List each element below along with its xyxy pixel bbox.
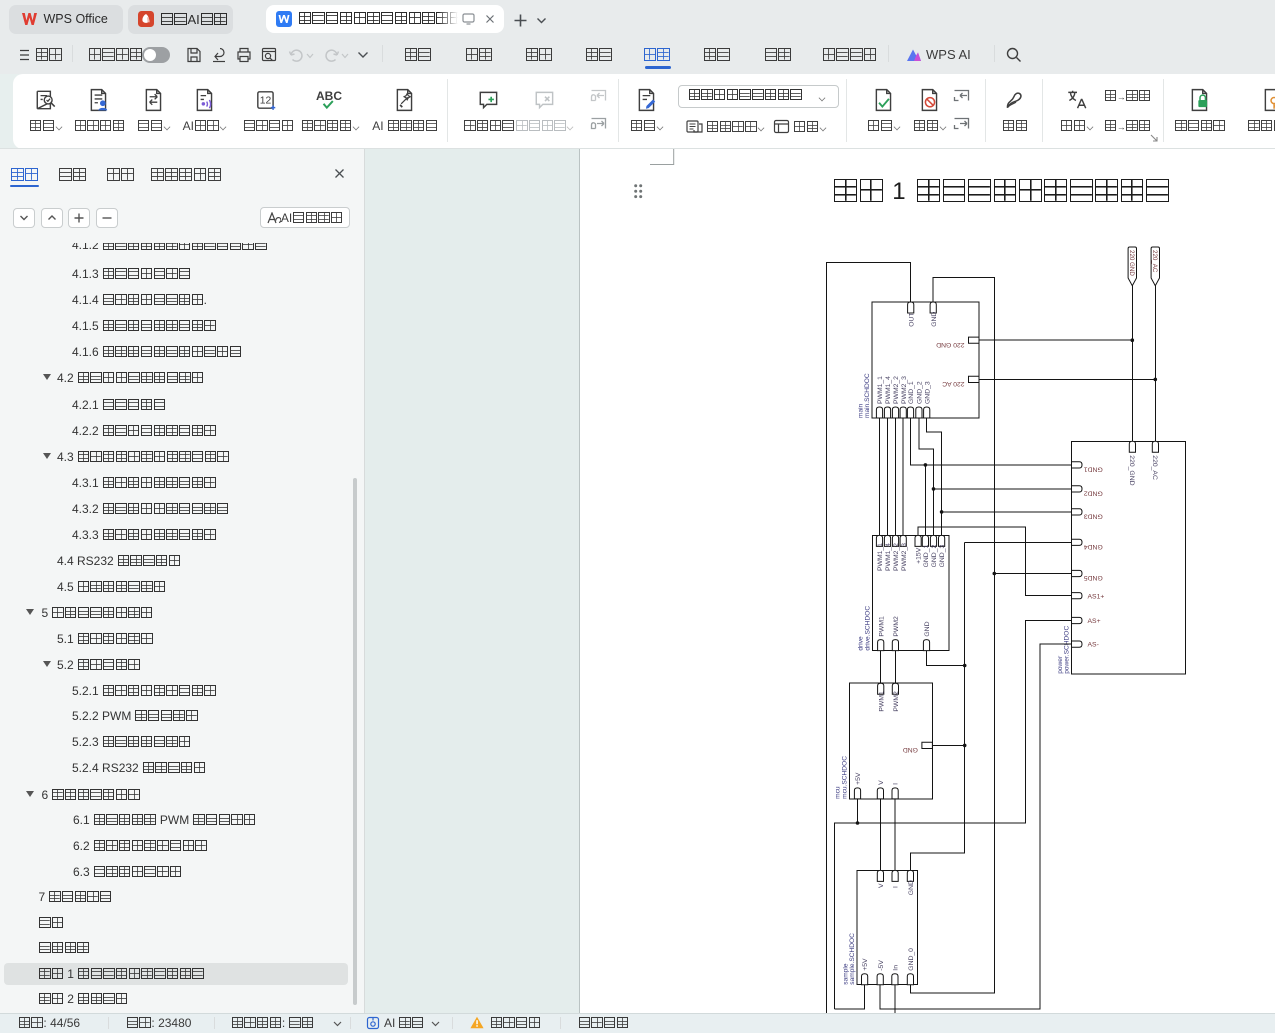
svg-text:ABC: ABC bbox=[316, 89, 342, 103]
svg-text:12: 12 bbox=[260, 95, 272, 106]
